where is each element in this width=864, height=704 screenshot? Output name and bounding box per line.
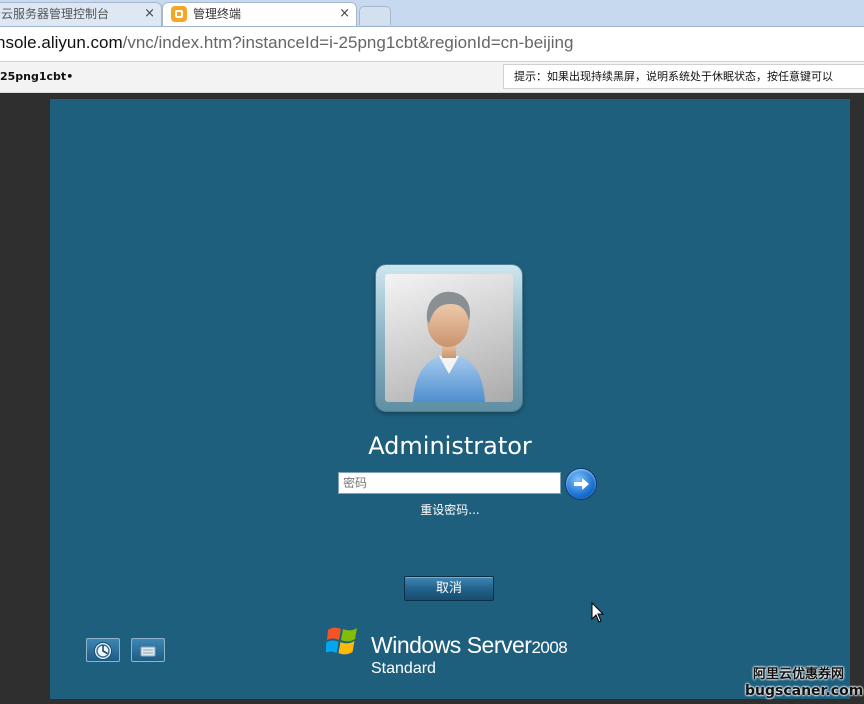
- browser-tab-strip: 云服务器管理控制台 × 管理终端 ×: [0, 0, 864, 27]
- password-field[interactable]: [338, 472, 561, 494]
- tip-message: 提示：如果出现持续黑屏，说明系统处于休眠状态，按任意键可以: [503, 64, 864, 89]
- instance-dot: •: [66, 70, 74, 83]
- instance-id-label: 25png1cbt•: [0, 70, 74, 83]
- url-path: /vnc/index.htm?instanceId=i-25png1cbt&re…: [122, 33, 574, 52]
- tab-ecs-console[interactable]: 云服务器管理控制台 ×: [0, 2, 162, 26]
- address-bar[interactable]: nsole.aliyun.com/vnc/index.htm?instanceI…: [0, 27, 864, 62]
- arrow-right-icon: [574, 478, 589, 490]
- url-host: nsole.aliyun.com: [0, 33, 123, 52]
- close-icon[interactable]: ×: [144, 3, 155, 25]
- aliyun-icon: [171, 6, 187, 22]
- mouse-cursor-icon: [591, 602, 605, 623]
- windows-login-screen[interactable]: Administrator 重设密码... 取消 Windows Server2…: [50, 99, 850, 699]
- tab-management-terminal[interactable]: 管理终端 ×: [162, 2, 357, 26]
- brand-version: 2008: [531, 638, 568, 657]
- ease-of-access-icon: [94, 642, 112, 660]
- new-tab-button[interactable]: [359, 6, 391, 25]
- user-icon: [413, 291, 485, 402]
- windows-server-brand: Windows Server2008: [371, 632, 568, 658]
- submit-arrow-button[interactable]: [566, 469, 596, 499]
- cancel-button[interactable]: 取消: [404, 576, 494, 601]
- on-screen-keyboard-button[interactable]: [131, 638, 165, 662]
- windows-edition: Standard: [371, 660, 436, 677]
- tab-label: 云服务器管理控制台: [1, 7, 110, 21]
- close-icon[interactable]: ×: [339, 3, 350, 25]
- tab-label: 管理终端: [193, 7, 242, 21]
- user-avatar-frame: [376, 265, 522, 411]
- watermark: 阿里云优惠券网 bugscaner.com: [745, 667, 863, 700]
- keyboard-icon: [140, 646, 156, 657]
- username-label: Administrator: [368, 432, 532, 460]
- avatar: [385, 274, 513, 402]
- windows-logo-icon: [326, 627, 357, 655]
- info-bar: 25png1cbt• 提示：如果出现持续黑屏，说明系统处于休眠状态，按任意键可以: [0, 62, 864, 93]
- watermark-line1: 阿里云优惠券网: [753, 667, 845, 682]
- url-text[interactable]: nsole.aliyun.com/vnc/index.htm?instanceI…: [0, 33, 573, 53]
- watermark-line2: bugscaner.com: [745, 683, 864, 699]
- ease-of-access-button[interactable]: [86, 638, 120, 662]
- reset-password-link[interactable]: 重设密码...: [50, 501, 850, 518]
